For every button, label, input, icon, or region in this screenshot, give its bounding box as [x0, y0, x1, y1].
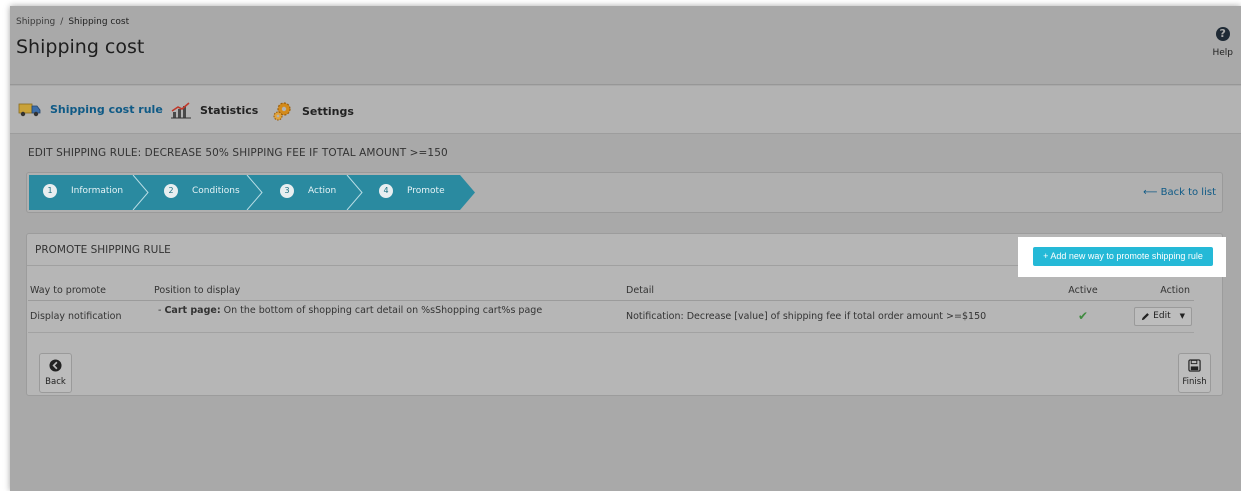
breadcrumb-current: Shipping cost	[68, 17, 130, 27]
back-button[interactable]: Back	[39, 353, 72, 393]
cell-detail: Notification: Decrease [value] of shippi…	[624, 300, 1035, 333]
breadcrumb: Shipping / Shipping cost	[16, 17, 129, 27]
help-label: Help	[1212, 48, 1233, 58]
tab-label: Shipping cost rule	[50, 102, 163, 116]
active-check-icon[interactable]: ✔	[1078, 309, 1088, 323]
col-position: Position to display	[152, 281, 624, 301]
cell-position: - Cart page: On the bottom of shopping c…	[152, 300, 624, 333]
step-label: Action	[308, 186, 337, 196]
tab-statistics[interactable]: Statistics	[170, 101, 258, 119]
tab-label: Settings	[302, 104, 354, 118]
arrow-left-circle-icon	[49, 359, 62, 372]
breadcrumb-parent[interactable]: Shipping	[16, 17, 55, 27]
cell-action: Edit ▼	[1129, 300, 1194, 333]
tab-bar: Shipping cost rule Statistics Settings	[10, 86, 1241, 134]
cell-active: ✔	[1035, 300, 1129, 333]
save-icon	[1188, 359, 1201, 372]
step-label: Conditions	[192, 186, 240, 196]
step-label: Information	[71, 186, 124, 196]
col-way: Way to promote	[28, 281, 152, 301]
position-text: On the bottom of shopping cart detail on…	[220, 304, 543, 316]
cell-way: Display notification	[28, 300, 152, 333]
breadcrumb-separator: /	[60, 17, 64, 27]
position-label: Cart page:	[164, 304, 221, 316]
edit-label: Edit	[1153, 311, 1171, 321]
tab-label: Statistics	[200, 103, 259, 117]
page-header: Shipping / Shipping cost Shipping cost ? H…	[10, 6, 1241, 85]
promote-table: Way to promote Position to display Detai…	[28, 281, 1194, 333]
truck-icon	[18, 103, 41, 117]
wizard-steps: 1 Information 2 Conditions 3 Action 4 Pr…	[26, 172, 1223, 213]
step-number: 3	[280, 184, 294, 198]
back-label: Back	[45, 377, 66, 387]
col-active: Active	[1035, 281, 1129, 301]
back-to-list-link[interactable]: ⟵ Back to list	[1143, 187, 1216, 198]
gears-icon	[273, 102, 291, 121]
caret-down-icon[interactable]: ▼	[1180, 312, 1185, 320]
edit-button[interactable]: Edit ▼	[1134, 306, 1192, 326]
tab-settings[interactable]: Settings	[272, 101, 354, 121]
col-action: Action	[1129, 281, 1194, 301]
step-label: Promote	[407, 186, 445, 196]
table-row: Display notification - Cart page: On the…	[28, 300, 1194, 333]
pencil-icon	[1142, 312, 1150, 320]
table-header-row: Way to promote Position to display Detai…	[28, 281, 1194, 301]
help-icon: ?	[1215, 27, 1230, 41]
step-number: 4	[379, 184, 393, 198]
app-window: Shipping / Shipping cost Shipping cost ? H…	[10, 6, 1241, 491]
step-number: 2	[164, 184, 178, 198]
help-button[interactable]: ? Help	[1212, 27, 1233, 58]
tab-shipping-cost-rule[interactable]: Shipping cost rule	[18, 101, 163, 117]
panel-title: PROMOTE SHIPPING RULE	[35, 244, 171, 256]
finish-label: Finish	[1182, 377, 1207, 387]
page-title: Shipping cost	[16, 36, 145, 58]
rule-heading: EDIT SHIPPING RULE: DECREASE 50% SHIPPIN…	[28, 147, 448, 159]
col-detail: Detail	[624, 281, 1035, 301]
step-number: 1	[43, 184, 57, 198]
add-promote-way-button[interactable]: + Add new way to promote shipping rule	[1033, 247, 1213, 266]
finish-button[interactable]: Finish	[1178, 353, 1211, 393]
chart-icon	[171, 102, 191, 119]
